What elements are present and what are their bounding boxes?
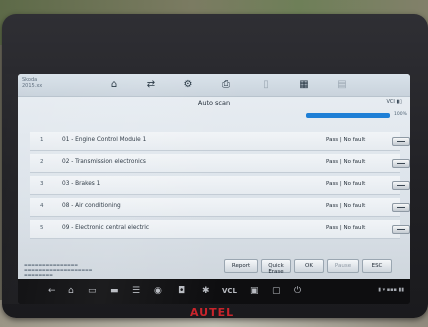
vehicle-swap-icon[interactable]: ⇄ [143,78,159,92]
module-status: Pass | No fault [326,225,366,231]
module-row[interactable]: 2 02 - Transmission electronics Pass | No … [30,154,410,173]
vehicle-info: Skoda 2015.xx [22,77,42,89]
module-row[interactable]: 5 09 - Electronic central electric Pass | … [30,220,410,239]
car-icon[interactable]: ▣ [250,286,259,296]
module-row[interactable]: 1 01 - Engine Control Module 1 Pass | No f… [30,132,410,151]
dashboard-icon[interactable]: ▬ [110,286,119,296]
vci-label: VCI [386,99,395,105]
home-nav-icon[interactable]: ⌂ [68,286,74,296]
module-number: 1 [40,137,44,143]
module-detail-button[interactable] [392,137,410,146]
data-logging-icon[interactable]: ▤ [334,78,350,92]
esc-button[interactable]: ESC [362,259,392,273]
scan-progress-fill [306,113,390,118]
photo-scene: Skoda 2015.xx ⌂ ⇄ ⚙ ⎙ ▯ ▦ ▤ Auto scan VC… [0,0,428,327]
module-status: Pass | No fault [326,159,366,165]
title-bar: Auto scan VCI ▮▯ [18,97,410,111]
module-number: 4 [40,203,44,209]
report-button[interactable]: Report [224,259,258,273]
print-icon[interactable]: ⎙ [218,78,234,92]
settings-icon[interactable]: ⚙ [180,78,196,92]
module-number: 2 [40,159,44,165]
module-status: Pass | No fault [326,181,366,187]
vcl-label[interactable]: VCL [222,287,237,295]
browser-icon[interactable]: ◉ [154,286,162,296]
tablet-screen: Skoda 2015.xx ⌂ ⇄ ⚙ ⎙ ▯ ▦ ▤ Auto scan VC… [18,74,410,304]
back-icon[interactable]: ← [48,286,56,296]
scan-progress-label: 100% [394,112,407,117]
module-name: 03 - Brakes 1 [62,181,101,187]
top-toolbar: Skoda 2015.xx ⌂ ⇄ ⚙ ⎙ ▯ ▦ ▤ [18,74,410,97]
help-icon[interactable]: ▯ [258,78,274,92]
scan-progress-bar [306,113,390,118]
power-icon[interactable]: ⏻ [294,286,301,296]
camera-icon[interactable]: ◘ [178,286,185,296]
android-navbar: ← ⌂ ▭ ▬ ☰ ◉ ◘ ✱ VCL ▣ ▢ ⏻ ▮ ▾ ▪▪▪ ▮▮ [18,279,410,304]
module-row[interactable]: 4 08 - Air conditioning Pass | No fault [30,198,410,217]
module-detail-button[interactable] [392,181,410,190]
module-name: 02 - Transmission electronics [62,159,146,165]
ok-button[interactable]: OK [294,259,324,273]
home-icon[interactable]: ⌂ [106,78,122,92]
module-detail-button[interactable] [392,225,410,234]
page-title: Auto scan [197,99,231,107]
vci-status: VCI ▮▯ [386,99,402,105]
module-number: 3 [40,181,44,187]
screenshot-icon[interactable]: ▢ [272,286,281,296]
calendar-icon[interactable]: ▦ [296,78,312,92]
quick-erase-button[interactable]: Quick Erase [261,259,291,275]
module-name: 08 - Air conditioning [62,203,121,209]
brightness-icon[interactable]: ✱ [202,286,210,296]
module-name: 01 - Engine Control Module 1 [62,137,147,143]
vehicle-model: 2015.xx [22,83,43,89]
status-area: ▮ ▾ ▪▪▪ ▮▮ [378,287,404,293]
module-status: Pass | No fault [326,137,366,143]
module-detail-button[interactable] [392,203,410,212]
module-name: 09 - Electronic central electric [62,225,150,231]
footer-info: ▬▬▬▬▬▬▬▬▬▬▬▬▬▬▬ ▬▬▬▬▬▬▬▬▬▬▬▬▬▬▬▬▬▬▬ ▬▬▬▬… [24,262,93,277]
module-row[interactable]: 3 03 - Brakes 1 Pass | No fault [30,176,410,195]
autel-logo: AUTEL [190,306,235,319]
pause-button[interactable]: Pause [327,259,359,273]
module-status: Pass | No fault [326,203,366,209]
recent-apps-icon[interactable]: ▭ [88,286,97,296]
module-number: 5 [40,225,44,231]
menu-icon[interactable]: ☰ [132,286,140,296]
auto-scan-app: Skoda 2015.xx ⌂ ⇄ ⚙ ⎙ ▯ ▦ ▤ Auto scan VC… [18,74,410,279]
module-detail-button[interactable] [392,159,410,168]
